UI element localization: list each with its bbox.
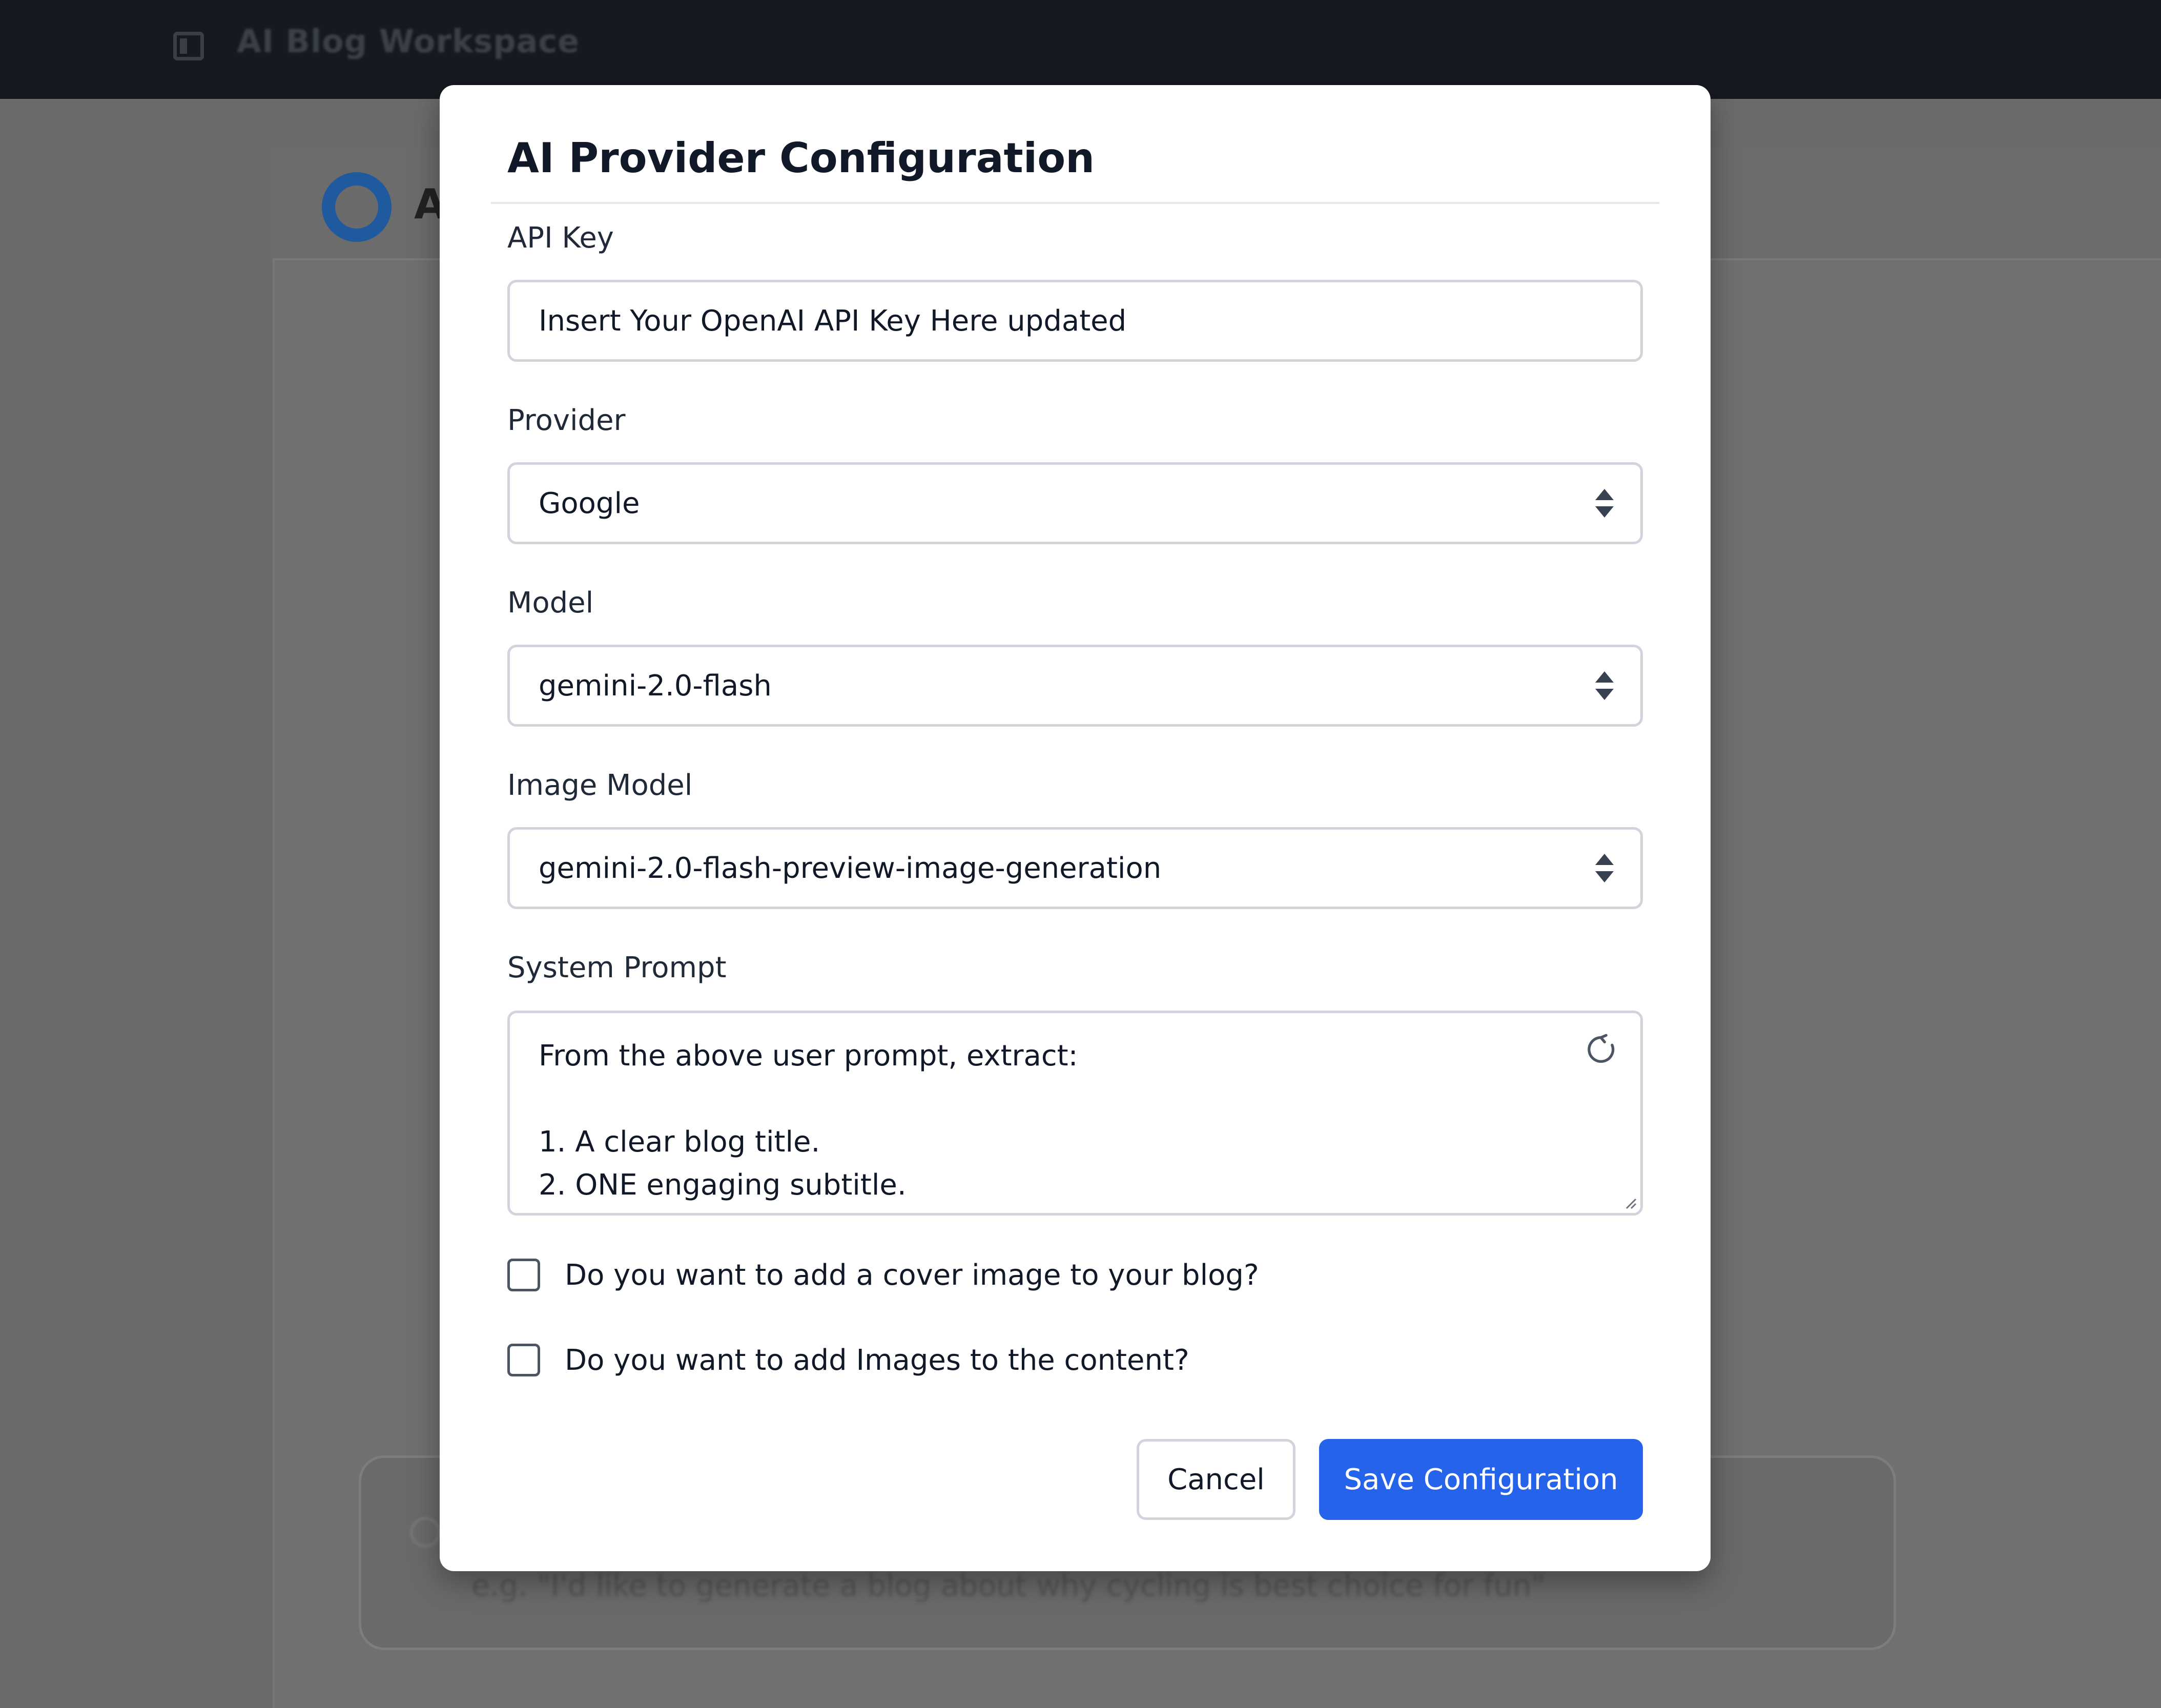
api-key-label: API Key <box>507 221 614 255</box>
save-configuration-button[interactable]: Save Configuration <box>1319 1439 1643 1520</box>
select-arrows-icon <box>1595 671 1614 700</box>
logo-icon <box>322 172 392 242</box>
image-model-select[interactable]: gemini-2.0-flash-preview-image-generatio… <box>507 827 1643 909</box>
system-prompt-textarea[interactable]: From the above user prompt, extract: 1. … <box>507 1011 1643 1216</box>
top-bar: AI Blog Workspace <box>0 0 2161 99</box>
select-arrows-icon <box>1595 489 1614 518</box>
modal-title: AI Provider Configuration <box>507 134 1095 182</box>
model-value: gemini-2.0-flash <box>539 669 772 703</box>
cancel-button[interactable]: Cancel <box>1137 1439 1295 1520</box>
content-images-checkbox[interactable] <box>507 1344 540 1376</box>
reset-icon[interactable] <box>1583 1032 1619 1067</box>
content-images-label: Do you want to add Images to the content… <box>565 1343 1189 1377</box>
resize-handle-icon[interactable] <box>1622 1195 1637 1210</box>
modal-divider <box>491 202 1659 204</box>
select-arrows-icon <box>1595 854 1614 882</box>
provider-label: Provider <box>507 404 626 437</box>
system-prompt-label: System Prompt <box>507 951 727 984</box>
app-title: AI Blog Workspace <box>237 23 580 60</box>
cover-image-label: Do you want to add a cover image to your… <box>565 1258 1259 1292</box>
prompt-placeholder: e.g. "I'd like to generate a blog about … <box>471 1568 1545 1603</box>
image-model-value: gemini-2.0-flash-preview-image-generatio… <box>539 851 1162 885</box>
system-prompt-value: From the above user prompt, extract: 1. … <box>539 1039 1078 1202</box>
provider-value: Google <box>539 486 640 520</box>
cover-image-option[interactable]: Do you want to add a cover image to your… <box>507 1254 1259 1295</box>
api-key-input[interactable]: Insert Your OpenAI API Key Here updated <box>507 280 1643 362</box>
api-key-value: Insert Your OpenAI API Key Here updated <box>539 304 1127 338</box>
sidebar-toggle-icon[interactable] <box>173 32 204 60</box>
prompt-icon <box>410 1517 441 1548</box>
content-images-option[interactable]: Do you want to add Images to the content… <box>507 1340 1189 1381</box>
provider-select[interactable]: Google <box>507 462 1643 544</box>
model-label: Model <box>507 586 594 620</box>
config-modal: AI Provider Configuration API Key Insert… <box>440 85 1711 1571</box>
model-select[interactable]: gemini-2.0-flash <box>507 645 1643 727</box>
cover-image-checkbox[interactable] <box>507 1259 540 1291</box>
image-model-label: Image Model <box>507 769 693 802</box>
